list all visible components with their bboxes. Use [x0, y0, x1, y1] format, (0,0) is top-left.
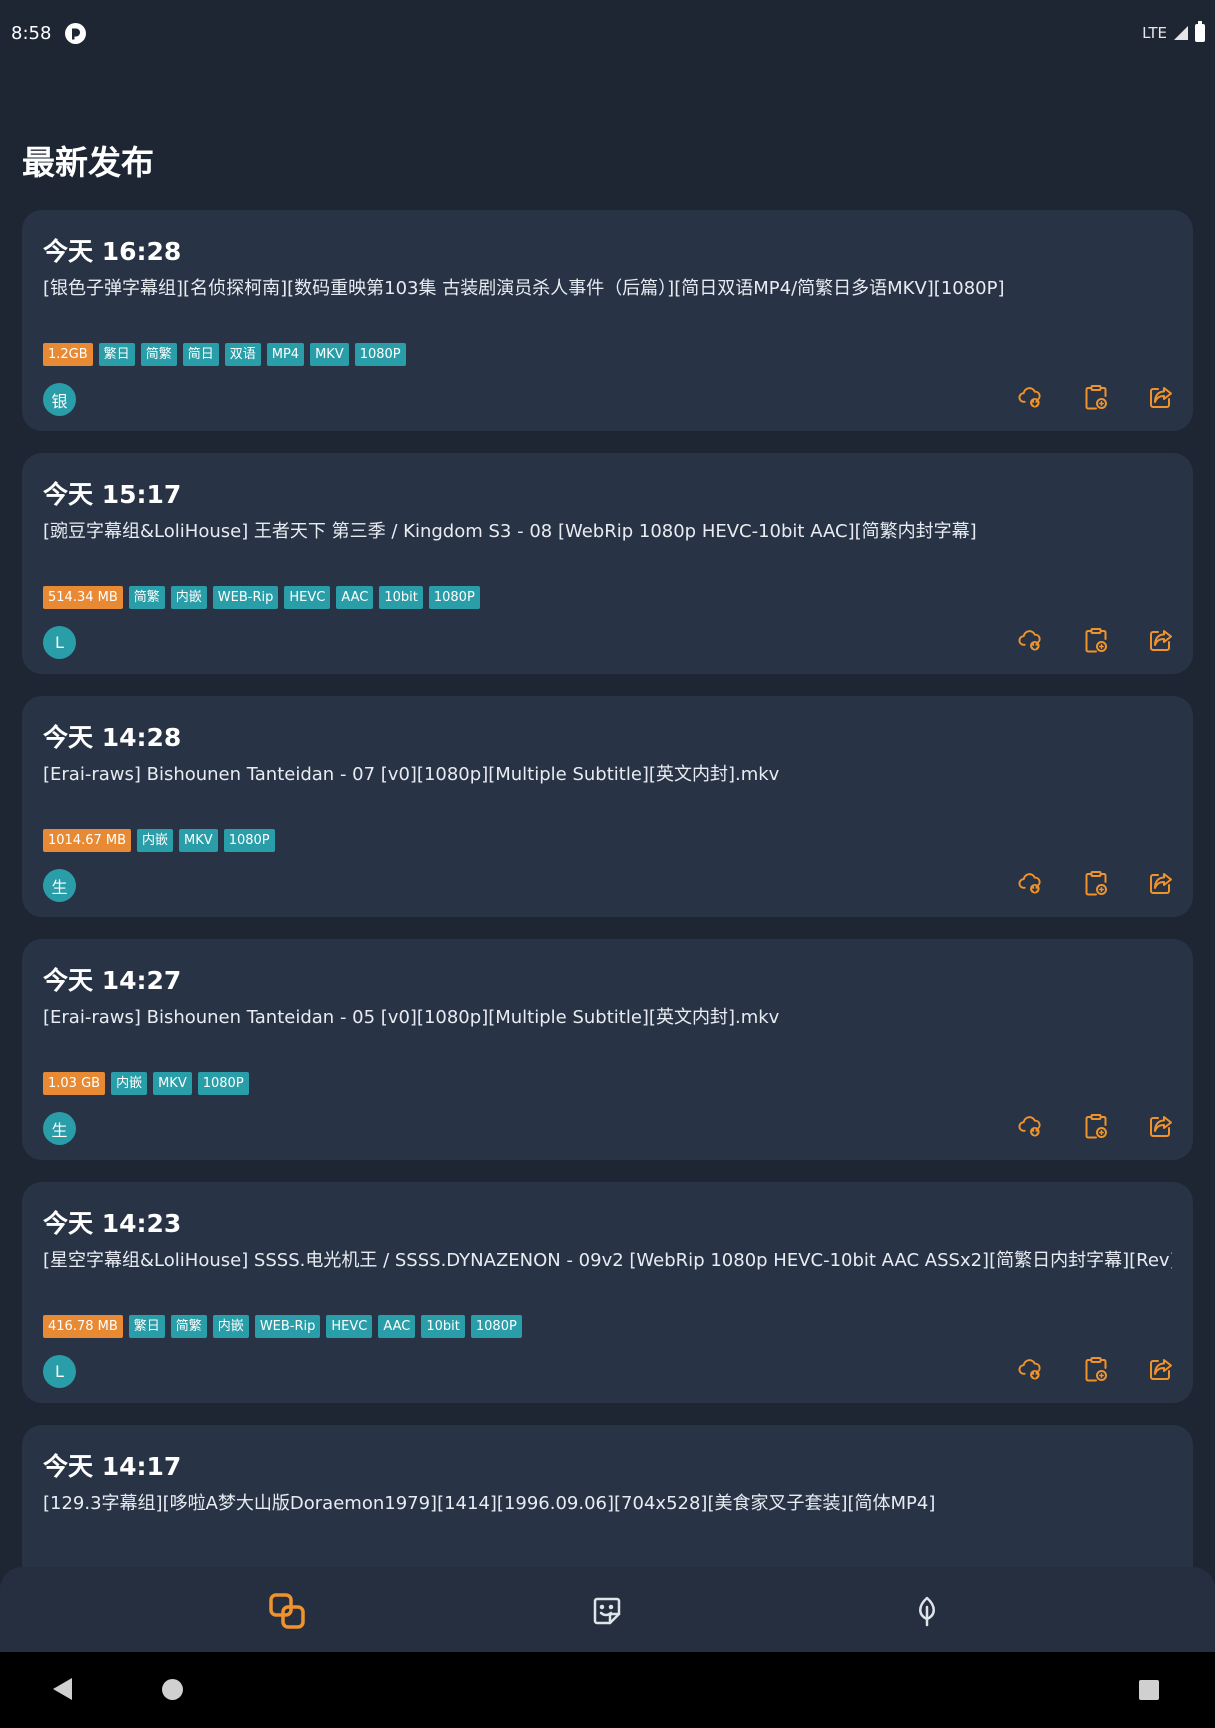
release-tag: 繁日	[128, 1315, 165, 1338]
clipboard-copy-icon[interactable]	[1083, 1356, 1108, 1381]
share-icon[interactable]	[1148, 384, 1173, 409]
nav-sticker-icon[interactable]	[587, 1591, 627, 1631]
bottom-navigation	[0, 1567, 1215, 1653]
release-title[interactable]: [129.3字幕组][哆啦A梦大山版Doraemon1979][1414][19…	[43, 1489, 1172, 1515]
nav-leaf-icon[interactable]	[907, 1591, 947, 1631]
publisher-avatar[interactable]: 银	[43, 383, 76, 416]
clipboard-copy-icon[interactable]	[1083, 384, 1108, 409]
release-tag: 10bit	[379, 586, 423, 609]
release-title[interactable]: [星空字幕组&LoliHouse] SSSS.电光机王 / SSSS.DYNAZ…	[43, 1246, 1172, 1272]
release-tag: 内嵌	[137, 829, 174, 852]
release-title[interactable]: [Erai-raws] Bishounen Tanteidan - 07 [v0…	[43, 760, 1172, 786]
release-tag: 简繁	[140, 343, 177, 366]
release-tags: 416.78 MB 繁日 简繁 内嵌 WEB-Rip HEVC AAC 10bit 1080P	[43, 1315, 522, 1338]
clipboard-copy-icon[interactable]	[1083, 1113, 1108, 1138]
release-card[interactable]: 今天 16:28 [银色子弹字幕组][名侦探柯南][数码重映第103集 古装剧演员…	[22, 210, 1193, 431]
release-tags: 514.34 MB 简繁 内嵌 WEB-Rip HEVC AAC 10bit 1080P	[43, 586, 480, 609]
release-card[interactable]: 今天 15:17 [豌豆字幕组&LoliHouse] 王者天下 第三季 / Kin…	[22, 453, 1193, 674]
status-time: 8:58	[11, 22, 52, 44]
release-card[interactable]: 今天 14:23 [星空字幕组&LoliHouse] SSSS.电光机王 / SS…	[22, 1182, 1193, 1403]
release-time: 今天 14:23	[43, 1209, 182, 1238]
release-tags: 1.2GB 繁日 简繁 简日 双语 MP4 MKV 1080P	[43, 343, 406, 366]
release-tag: MP4	[266, 343, 305, 366]
status-bar: 8:58 LTE	[0, 0, 1215, 66]
battery-icon	[1195, 21, 1205, 42]
release-time: 今天 14:17	[43, 1452, 182, 1481]
release-tag: HEVC	[326, 1315, 373, 1338]
signal-icon	[1174, 26, 1188, 40]
release-tag: 1080P	[470, 1315, 522, 1338]
release-card[interactable]: 今天 14:27 [Erai-raws] Bishounen Tanteidan …	[22, 939, 1193, 1160]
network-type: LTE	[1142, 24, 1167, 42]
release-feed[interactable]: 今天 16:28 [银色子弹字幕组][名侦探柯南][数码重映第103集 古装剧演员…	[22, 210, 1193, 1668]
size-badge: 1.2GB	[43, 343, 93, 366]
system-home-icon[interactable]	[162, 1679, 183, 1700]
release-tag: 1080P	[428, 586, 480, 609]
size-badge: 514.34 MB	[43, 586, 123, 609]
system-back-icon[interactable]	[53, 1678, 72, 1700]
size-badge: 1.03 GB	[43, 1072, 106, 1095]
release-tag: 双语	[224, 343, 261, 366]
clipboard-copy-icon[interactable]	[1083, 627, 1108, 652]
release-tag: 简繁	[170, 1315, 207, 1338]
size-badge: 416.78 MB	[43, 1315, 123, 1338]
release-time: 今天 15:17	[43, 480, 182, 509]
release-time: 今天 14:27	[43, 966, 182, 995]
cloud-download-icon[interactable]	[1018, 1113, 1043, 1138]
system-recents-icon[interactable]	[1139, 1680, 1159, 1700]
share-icon[interactable]	[1148, 1113, 1173, 1138]
release-time: 今天 16:28	[43, 237, 182, 266]
release-title[interactable]: [Erai-raws] Bishounen Tanteidan - 05 [v0…	[43, 1003, 1172, 1029]
share-icon[interactable]	[1148, 1356, 1173, 1381]
page-title: 最新发布	[22, 143, 154, 182]
release-tag: MKV	[153, 1072, 192, 1095]
notification-app-icon	[65, 22, 87, 44]
release-tag: 内嵌	[170, 586, 207, 609]
cloud-download-icon[interactable]	[1018, 627, 1043, 652]
publisher-avatar[interactable]: L	[43, 1355, 76, 1388]
system-navigation-bar	[0, 1652, 1215, 1728]
release-tag: AAC	[336, 586, 374, 609]
release-title[interactable]: [银色子弹字幕组][名侦探柯南][数码重映第103集 古装剧演员杀人事件（后篇）…	[43, 274, 1172, 300]
release-tags: 1.03 GB 内嵌 MKV 1080P	[43, 1072, 249, 1095]
publisher-avatar[interactable]: 生	[43, 1112, 76, 1145]
release-title[interactable]: [豌豆字幕组&LoliHouse] 王者天下 第三季 / Kingdom S3 …	[43, 517, 1172, 543]
publisher-avatar[interactable]: L	[43, 626, 76, 659]
card-actions	[1018, 384, 1173, 409]
release-tag: 1080P	[223, 829, 275, 852]
release-card[interactable]: 今天 14:28 [Erai-raws] Bishounen Tanteidan …	[22, 696, 1193, 917]
card-actions	[1018, 1113, 1173, 1138]
release-tag: WEB-Rip	[212, 586, 279, 609]
card-actions	[1018, 870, 1173, 895]
release-tag: 简繁	[128, 586, 165, 609]
release-tag: 繁日	[98, 343, 135, 366]
release-tag: 简日	[182, 343, 219, 366]
release-tag: MKV	[179, 829, 218, 852]
release-tag: AAC	[378, 1315, 416, 1338]
cloud-download-icon[interactable]	[1018, 384, 1043, 409]
share-icon[interactable]	[1148, 627, 1173, 652]
release-time: 今天 14:28	[43, 723, 182, 752]
publisher-avatar[interactable]: 生	[43, 869, 76, 902]
card-actions	[1018, 627, 1173, 652]
release-tag: 1080P	[354, 343, 406, 366]
release-tag: 1080P	[197, 1072, 249, 1095]
status-right: LTE	[1142, 21, 1205, 42]
cloud-download-icon[interactable]	[1018, 870, 1043, 895]
cloud-download-icon[interactable]	[1018, 1356, 1043, 1381]
card-actions	[1018, 1356, 1173, 1381]
share-icon[interactable]	[1148, 870, 1173, 895]
release-tag: 10bit	[421, 1315, 465, 1338]
release-tag: MKV	[310, 343, 349, 366]
nav-releases-icon[interactable]	[267, 1591, 307, 1631]
release-tag: 内嵌	[111, 1072, 148, 1095]
release-tag: HEVC	[284, 586, 331, 609]
clipboard-copy-icon[interactable]	[1083, 870, 1108, 895]
release-tags: 1014.67 MB 内嵌 MKV 1080P	[43, 829, 275, 852]
status-left: 8:58	[11, 22, 87, 44]
release-tag: WEB-Rip	[254, 1315, 321, 1338]
release-tag: 内嵌	[212, 1315, 249, 1338]
size-badge: 1014.67 MB	[43, 829, 132, 852]
